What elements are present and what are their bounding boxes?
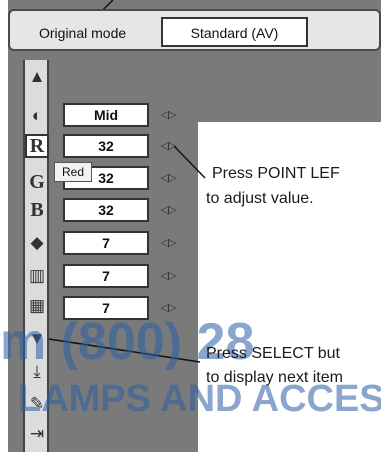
green-g-icon[interactable]: G [25, 170, 49, 194]
item-tooltip: Red [54, 162, 92, 182]
select-hint-line1: Press SELECT but [206, 345, 340, 362]
adjust-arrows-icon[interactable]: ◁▷ [156, 198, 180, 222]
adjust-arrows-icon[interactable]: ◁▷ [156, 166, 180, 190]
adjust-arrows-icon[interactable]: ◁▷ [156, 103, 180, 127]
red-r-icon[interactable]: R [25, 134, 49, 158]
adjust-arrows-icon[interactable]: ◁▷ [156, 134, 180, 158]
value-box-bar-graph[interactable]: 7 [63, 264, 149, 288]
select-hint-line2: to display next item [206, 369, 343, 386]
adjust-hint-line1: Press POINT LEF [212, 165, 340, 182]
contrast-ball-icon[interactable]: ◐ [25, 104, 49, 128]
value-box-color-cube[interactable]: 7 [63, 231, 149, 255]
up-arrow-icon[interactable]: ▲ [25, 65, 49, 89]
adjust-arrows-icon[interactable]: ◁▷ [156, 264, 180, 288]
value-box-contrast[interactable]: Mid [63, 103, 149, 127]
adjust-arrows-icon[interactable]: ◁▷ [156, 231, 180, 255]
bar-graph-icon[interactable]: ▥ [25, 264, 49, 288]
value-box-red[interactable]: 32 [63, 134, 149, 158]
adjust-hint-line2: to adjust value. [206, 190, 314, 207]
exit-icon[interactable]: ⇥ [25, 422, 49, 446]
value-box-blue[interactable]: 32 [63, 198, 149, 222]
mode-value-box[interactable]: Standard (AV) [161, 17, 308, 47]
mode-label: Original mode [39, 25, 127, 41]
mode-value: Standard (AV) [190, 25, 279, 41]
color-cube-icon[interactable]: ◆ [25, 231, 49, 255]
blue-b-icon[interactable]: B [25, 198, 49, 222]
watermark-phone: m (800) 28 [0, 313, 255, 371]
